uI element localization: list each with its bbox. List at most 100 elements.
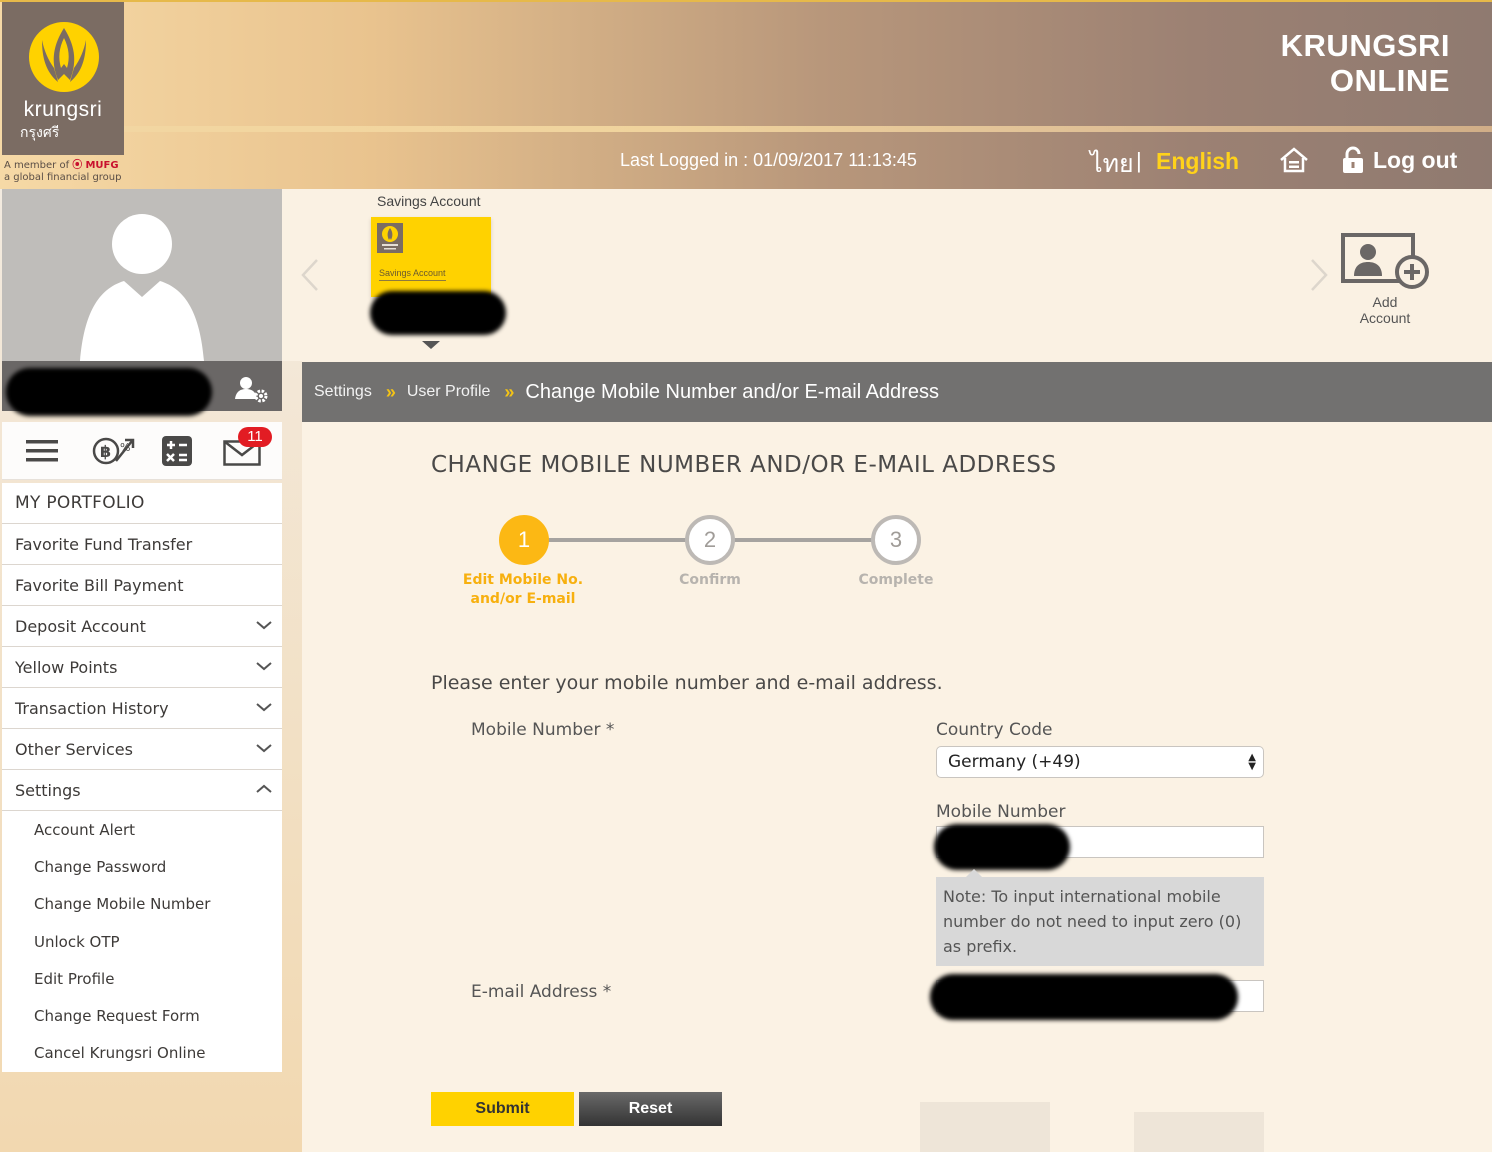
brand-line1: KRUNGSRI — [1280, 28, 1450, 63]
email-address-label: E-mail Address * — [471, 982, 612, 1002]
background-building-decoration — [920, 1102, 1050, 1152]
sidebar-item-label: Other Services — [15, 739, 133, 759]
sidebar-item-label: Transaction History — [15, 698, 169, 718]
submenu-item-change-mobile-number[interactable]: Change Mobile Number — [2, 886, 282, 923]
add-account-icon[interactable] — [1340, 232, 1432, 294]
mufg-logo-icon: ⦿ — [72, 160, 83, 171]
step-2-circle: 2 — [685, 515, 735, 565]
sidebar-item-settings[interactable]: Settings — [2, 770, 282, 811]
country-code-select[interactable]: Germany (+49) ▲ ▼ — [936, 746, 1264, 778]
step-1-circle: 1 — [499, 515, 549, 565]
redacted-username — [6, 368, 212, 416]
sidebar-item-transaction-history[interactable]: Transaction History — [2, 688, 282, 729]
sidebar-item-my-portfolio[interactable]: MY PORTFOLIO — [2, 483, 282, 524]
home-icon[interactable] — [1278, 146, 1310, 174]
sidebar-item-other-services[interactable]: Other Services — [2, 729, 282, 770]
svg-text:฿: ฿ — [100, 442, 111, 461]
avatar[interactable] — [2, 189, 282, 361]
breadcrumb-separator: » — [504, 381, 514, 402]
step-connector — [734, 538, 872, 542]
breadcrumb-current-page: Change Mobile Number and/or E-mail Addre… — [525, 380, 939, 403]
sidebar-item-label: Favorite Fund Transfer — [15, 534, 193, 554]
last-login-text: Last Logged in : 01/09/2017 11:13:45 — [620, 150, 917, 170]
carousel-prev-arrow-icon[interactable] — [300, 258, 320, 292]
add-account-label-line1: Add — [1372, 294, 1398, 310]
krungsri-emblem-icon — [29, 22, 99, 92]
breadcrumb-settings[interactable]: Settings — [314, 383, 372, 401]
carousel-next-arrow-icon[interactable] — [1309, 258, 1329, 292]
sidebar-item-label: Favorite Bill Payment — [15, 575, 184, 595]
calculator-icon[interactable] — [161, 435, 193, 467]
chevron-down-icon — [256, 621, 272, 630]
step-1-label: Edit Mobile No. and/or E-mail — [443, 571, 603, 609]
sidebar-item-favorite-fund-transfer[interactable]: Favorite Fund Transfer — [2, 524, 282, 565]
mobile-number-label: Mobile Number * — [471, 720, 615, 740]
submenu-item-cancel-krungsri-online[interactable]: Cancel Krungsri Online — [2, 1035, 282, 1072]
page-title: CHANGE MOBILE NUMBER AND/OR E-MAIL ADDRE… — [431, 452, 1057, 478]
form-instruction: Please enter your mobile number and e-ma… — [431, 672, 943, 694]
submenu-item-account-alert[interactable]: Account Alert — [2, 811, 282, 848]
lang-separator: | — [1136, 148, 1142, 173]
krungsri-logo[interactable]: krungsri กรุงศรี — [2, 2, 124, 155]
header-topline — [0, 0, 1492, 2]
account-card-header: Savings Account — [377, 193, 481, 209]
svg-text:%: % — [120, 441, 130, 454]
step-2-label: Confirm — [679, 572, 741, 588]
settings-submenu: Account Alert Change Password Change Mob… — [2, 811, 282, 1073]
reset-button[interactable]: Reset — [579, 1092, 722, 1126]
brand-line2: ONLINE — [1329, 63, 1450, 98]
submenu-item-change-password[interactable]: Change Password — [2, 848, 282, 885]
submenu-item-change-request-form[interactable]: Change Request Form — [2, 997, 282, 1034]
sidebar-item-label: Yellow Points — [15, 657, 118, 677]
sidebar-item-deposit-account[interactable]: Deposit Account — [2, 606, 282, 647]
savings-account-card[interactable]: Savings Account — [371, 217, 491, 297]
redacted-email — [930, 974, 1238, 1020]
header-band — [124, 126, 1492, 132]
step-1-label-line2: and/or E-mail — [470, 591, 576, 607]
submenu-item-unlock-otp[interactable]: Unlock OTP — [2, 923, 282, 960]
header: krungsri กรุงศรี A member of ⦿ MUFG a gl… — [0, 0, 1492, 189]
member-line1: A member of — [4, 160, 70, 171]
logo-name: krungsri — [23, 98, 103, 121]
sidebar-item-label: Settings — [15, 780, 81, 800]
padlock-icon — [1343, 146, 1363, 173]
lang-english-link[interactable]: English — [1156, 148, 1239, 175]
step-1-label-line1: Edit Mobile No. — [462, 572, 584, 588]
logout-button[interactable]: Log out — [1342, 146, 1457, 174]
brand-title: KRUNGSRI ONLINE — [1150, 28, 1450, 98]
redacted-mobile-number — [934, 824, 1070, 870]
mufg-brand: MUFG — [85, 160, 119, 171]
user-settings-icon[interactable] — [234, 375, 270, 403]
step-3-circle: 3 — [871, 515, 921, 565]
chevron-down-icon — [256, 703, 272, 712]
step-connector — [548, 538, 686, 542]
user-silhouette-icon — [80, 214, 204, 361]
mobile-note: Note: To input international mobile numb… — [936, 877, 1264, 966]
submit-button[interactable]: Submit — [431, 1092, 574, 1126]
logout-label: Log out — [1373, 146, 1458, 173]
breadcrumb-user-profile[interactable]: User Profile — [407, 383, 491, 401]
country-code-label: Country Code — [936, 720, 1053, 740]
logo-thai: กรุงศรี — [20, 125, 60, 141]
submenu-item-edit-profile[interactable]: Edit Profile — [2, 960, 282, 997]
mobile-number-field-label: Mobile Number — [936, 802, 1066, 822]
breadcrumb-separator: » — [385, 381, 396, 402]
sidebar-item-favorite-bill-payment[interactable]: Favorite Bill Payment — [2, 565, 282, 606]
background-building-decoration — [1134, 1112, 1264, 1152]
country-code-value: Germany (+49) — [948, 752, 1081, 772]
lang-thai-link[interactable]: ไทย — [1090, 144, 1134, 184]
currency-exchange-icon[interactable]: ฿ % — [92, 435, 138, 467]
chevron-down-icon — [256, 662, 272, 671]
sidebar-item-yellow-points[interactable]: Yellow Points — [2, 647, 282, 688]
redacted-account-number — [370, 291, 506, 335]
sidebar-item-label: MY PORTFOLIO — [15, 493, 145, 513]
member-line2: a global financial group — [4, 172, 122, 183]
mufg-member-text: A member of ⦿ MUFG a global financial gr… — [4, 160, 122, 184]
add-account-label-line2: Account — [1359, 310, 1411, 326]
notification-badge[interactable]: 11 — [238, 427, 272, 447]
add-account-label[interactable]: Add Account — [1345, 294, 1425, 326]
breadcrumb: Settings » User Profile » Change Mobile … — [302, 362, 1492, 422]
account-card-type: Savings Account — [379, 268, 446, 281]
selected-account-caret — [422, 341, 440, 349]
hamburger-menu-icon[interactable] — [26, 438, 58, 464]
